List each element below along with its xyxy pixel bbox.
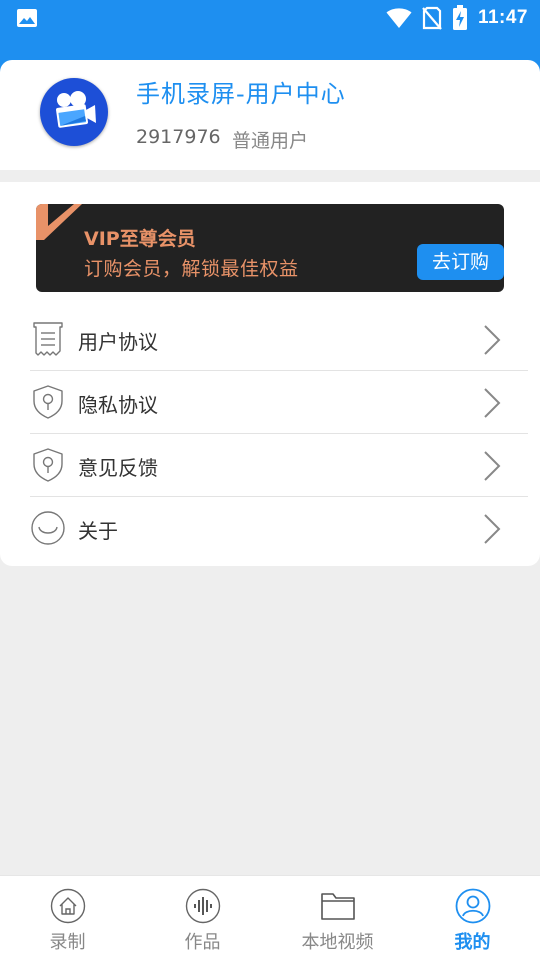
user-icon (455, 888, 490, 924)
tab-label: 我的 (454, 932, 491, 953)
menu-item-privacy-policy[interactable]: 隐私协议 (30, 371, 528, 434)
bottom-nav: 录制 作品 本地视频 我的 (0, 875, 540, 961)
tab-mine[interactable]: 我的 (405, 876, 540, 961)
shield-icon (33, 448, 63, 482)
tab-works[interactable]: 作品 (135, 876, 270, 961)
user-type-badge: 普通用户 (232, 130, 309, 152)
menu-item-about[interactable]: 关于 (30, 497, 528, 559)
tab-record[interactable]: 录制 (0, 876, 135, 961)
subscribe-button[interactable]: 去订购 (417, 244, 504, 280)
chevron-right-icon (484, 451, 501, 481)
vip-banner[interactable]: VIP至尊会员 订购会员，解锁最佳权益 去订购 (36, 204, 504, 292)
chevron-right-icon (484, 325, 501, 355)
tab-label: 本地视频 (301, 932, 374, 953)
audio-wave-icon (185, 888, 220, 924)
menu-item-label: 关于 (78, 519, 118, 543)
tab-label: 作品 (184, 932, 221, 953)
chevron-right-icon (484, 388, 501, 418)
menu-item-feedback[interactable]: 意见反馈 (30, 434, 528, 497)
document-icon (33, 322, 63, 356)
tab-local-videos[interactable]: 本地视频 (270, 876, 405, 961)
menu-item-label: 意见反馈 (78, 456, 158, 480)
menu-card: VIP至尊会员 订购会员，解锁最佳权益 去订购 用户协议 隐私协议 意见反馈 关… (0, 182, 540, 566)
menu-item-label: 用户协议 (78, 330, 158, 354)
profile-card: 手机录屏-用户中心 2917976 普通用户 (0, 60, 540, 170)
no-sim-icon (422, 6, 442, 30)
vip-title: VIP至尊会员 (84, 228, 196, 250)
avatar[interactable] (40, 78, 108, 146)
video-camera-icon (56, 91, 96, 128)
folder-icon (320, 893, 355, 920)
shield-icon (33, 385, 63, 419)
menu-item-label: 隐私协议 (78, 393, 158, 417)
image-icon (17, 9, 37, 27)
user-id: 2917976 (136, 126, 221, 148)
home-icon (50, 888, 85, 924)
battery-charging-icon (452, 5, 467, 30)
tab-label: 录制 (49, 932, 86, 953)
menu-list: 用户协议 隐私协议 意见反馈 关于 (30, 308, 528, 559)
status-time: 11:47 (477, 7, 528, 28)
wifi-icon (386, 8, 412, 28)
status-bar: 11:47 (0, 0, 540, 36)
vip-corner-decoration (36, 204, 82, 240)
chevron-right-icon (484, 514, 501, 544)
vip-subtitle: 订购会员，解锁最佳权益 (84, 258, 299, 280)
page-title: 手机录屏-用户中心 (136, 80, 346, 108)
menu-item-user-agreement[interactable]: 用户协议 (30, 308, 528, 371)
smile-icon (31, 511, 65, 545)
